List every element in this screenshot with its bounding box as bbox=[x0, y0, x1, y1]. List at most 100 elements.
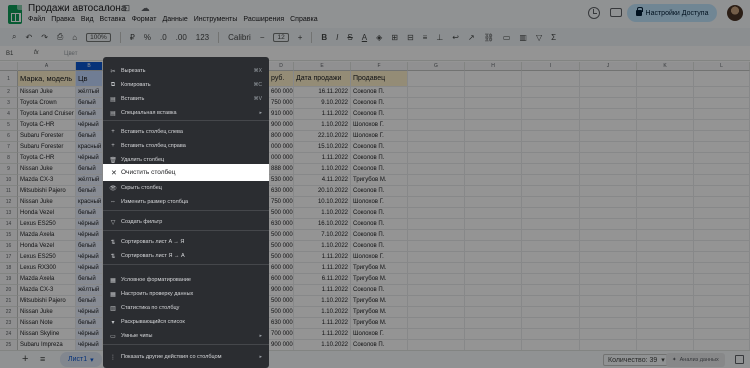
cell-empty[interactable] bbox=[580, 208, 637, 219]
cell-color[interactable]: красный bbox=[76, 197, 103, 208]
cell-empty[interactable] bbox=[522, 98, 580, 109]
row-header[interactable]: 18 bbox=[0, 263, 18, 274]
cell-date[interactable]: 1.11.2022 bbox=[294, 153, 351, 164]
cell-empty[interactable] bbox=[465, 153, 522, 164]
cell-seller[interactable]: Соколов П. bbox=[351, 98, 408, 109]
cell-empty[interactable] bbox=[408, 263, 465, 274]
cell-seller[interactable]: Тригубов М. bbox=[351, 175, 408, 186]
row-header[interactable]: 22 bbox=[0, 307, 18, 318]
cell-empty[interactable] bbox=[637, 274, 694, 285]
cell-color[interactable]: жёлтый bbox=[76, 87, 103, 98]
font-size-increase-icon[interactable]: + bbox=[298, 33, 303, 42]
cell-empty[interactable] bbox=[637, 307, 694, 318]
cell-empty[interactable] bbox=[522, 340, 580, 350]
fill-color-icon[interactable]: ◈ bbox=[376, 33, 382, 42]
cell-brand[interactable]: Mazda CX-3 bbox=[18, 285, 76, 296]
cell-empty[interactable] bbox=[465, 274, 522, 285]
cell-empty[interactable] bbox=[637, 120, 694, 131]
cell-empty[interactable] bbox=[637, 296, 694, 307]
cell-empty[interactable] bbox=[408, 340, 465, 350]
cell-date[interactable]: 4.11.2022 bbox=[294, 175, 351, 186]
cell-empty[interactable] bbox=[580, 186, 637, 197]
cell-seller[interactable]: Шолохов Г. bbox=[351, 252, 408, 263]
cell-price[interactable]: 500 000 bbox=[269, 252, 294, 263]
cell-empty[interactable] bbox=[580, 153, 637, 164]
row-header[interactable]: 2 bbox=[0, 87, 18, 98]
cell-empty[interactable] bbox=[580, 109, 637, 120]
cell-color[interactable]: белый bbox=[76, 131, 103, 142]
cell-empty[interactable] bbox=[408, 252, 465, 263]
cell-seller[interactable]: Шолохов Г. bbox=[351, 120, 408, 131]
context-menu-item[interactable]: ▽ Создать фильтр bbox=[103, 216, 269, 228]
cell-seller[interactable]: Шолохов Г. bbox=[351, 131, 408, 142]
cell-seller[interactable]: Соколов П. bbox=[351, 241, 408, 252]
column-header-h[interactable]: H bbox=[465, 62, 522, 71]
cell-empty[interactable] bbox=[637, 87, 694, 98]
context-menu-item[interactable]: ▾ Раскрывающийся список bbox=[103, 316, 269, 328]
cell-date[interactable]: 1.11.2022 bbox=[294, 109, 351, 120]
cell-empty[interactable] bbox=[465, 318, 522, 329]
row-header[interactable]: 13 bbox=[0, 208, 18, 219]
cell-brand[interactable]: Honda Vezel bbox=[18, 241, 76, 252]
align-icon[interactable]: ≡ bbox=[423, 33, 428, 42]
cell-color[interactable]: чёрный bbox=[76, 252, 103, 263]
print-icon[interactable]: ⎙ bbox=[57, 32, 63, 42]
cell-date[interactable]: 1.11.2022 bbox=[294, 252, 351, 263]
link-icon[interactable]: ⛓ bbox=[484, 33, 494, 42]
cell-empty[interactable] bbox=[522, 208, 580, 219]
context-menu-item[interactable]: 👁 Скрыть столбец bbox=[103, 182, 269, 194]
cell-color[interactable]: белый bbox=[76, 164, 103, 175]
cell-empty[interactable] bbox=[465, 285, 522, 296]
cell-price[interactable]: 700 000 bbox=[269, 329, 294, 340]
cell-empty[interactable] bbox=[637, 131, 694, 142]
cell-price[interactable]: 500 000 bbox=[269, 241, 294, 252]
column-header-i[interactable]: I bbox=[522, 62, 580, 71]
cell-color[interactable]: жёлтый bbox=[76, 285, 103, 296]
cell-empty[interactable] bbox=[637, 164, 694, 175]
cell-empty[interactable] bbox=[465, 131, 522, 142]
context-menu-item[interactable]: ⋮ Показать другие действия со столбцом ▸ bbox=[103, 351, 269, 363]
cell-empty[interactable] bbox=[694, 109, 750, 120]
cell-brand[interactable]: Nissan Juke bbox=[18, 197, 76, 208]
strikethrough-icon[interactable]: S bbox=[347, 33, 352, 42]
row-header[interactable]: 23 bbox=[0, 318, 18, 329]
cell-empty[interactable] bbox=[580, 340, 637, 350]
cell-color[interactable]: белый bbox=[76, 241, 103, 252]
cell-empty[interactable] bbox=[465, 87, 522, 98]
cell-seller[interactable]: Тригубов М. bbox=[351, 263, 408, 274]
cell-color[interactable]: красный bbox=[76, 142, 103, 153]
currency-icon[interactable]: ₽ bbox=[130, 33, 135, 42]
column-header-a[interactable]: A bbox=[18, 62, 76, 71]
cell-price[interactable]: 900 000 bbox=[269, 285, 294, 296]
cell-price[interactable]: 500 000 bbox=[269, 307, 294, 318]
column-header-g[interactable]: G bbox=[408, 62, 465, 71]
cell-empty[interactable] bbox=[522, 131, 580, 142]
cell-empty[interactable] bbox=[694, 120, 750, 131]
cell-color[interactable]: белый bbox=[76, 296, 103, 307]
context-menu-item[interactable]: + Вставить столбец слева bbox=[103, 126, 269, 138]
cell-empty[interactable] bbox=[465, 164, 522, 175]
cell-brand[interactable]: Honda Vezel bbox=[18, 208, 76, 219]
cell-seller[interactable]: Тригубов М. bbox=[351, 318, 408, 329]
add-sheet-icon[interactable]: + bbox=[22, 353, 28, 365]
cell-brand[interactable]: Toyota C-HR bbox=[18, 153, 76, 164]
cell-empty[interactable] bbox=[465, 197, 522, 208]
cell-empty[interactable] bbox=[694, 131, 750, 142]
cell-empty[interactable] bbox=[637, 340, 694, 350]
cell-date[interactable]: 1.10.2022 bbox=[294, 307, 351, 318]
cell-empty[interactable] bbox=[465, 263, 522, 274]
cell-date[interactable]: 15.10.2022 bbox=[294, 142, 351, 153]
row-header[interactable]: 14 bbox=[0, 219, 18, 230]
cell-empty[interactable] bbox=[580, 175, 637, 186]
cell-color[interactable]: чёрный bbox=[76, 307, 103, 318]
cell-empty[interactable] bbox=[408, 98, 465, 109]
cell-empty[interactable] bbox=[408, 109, 465, 120]
cell-price[interactable]: 900 000 bbox=[269, 340, 294, 350]
cell-seller[interactable]: Соколов П. bbox=[351, 142, 408, 153]
cell-empty[interactable] bbox=[522, 263, 580, 274]
context-menu-item[interactable]: ⇅ Сортировать лист Я → A bbox=[103, 250, 269, 262]
menu-view[interactable]: Вид bbox=[81, 16, 94, 23]
cell-date[interactable]: 10.10.2022 bbox=[294, 197, 351, 208]
cell-empty[interactable] bbox=[694, 318, 750, 329]
cell-empty[interactable] bbox=[408, 120, 465, 131]
